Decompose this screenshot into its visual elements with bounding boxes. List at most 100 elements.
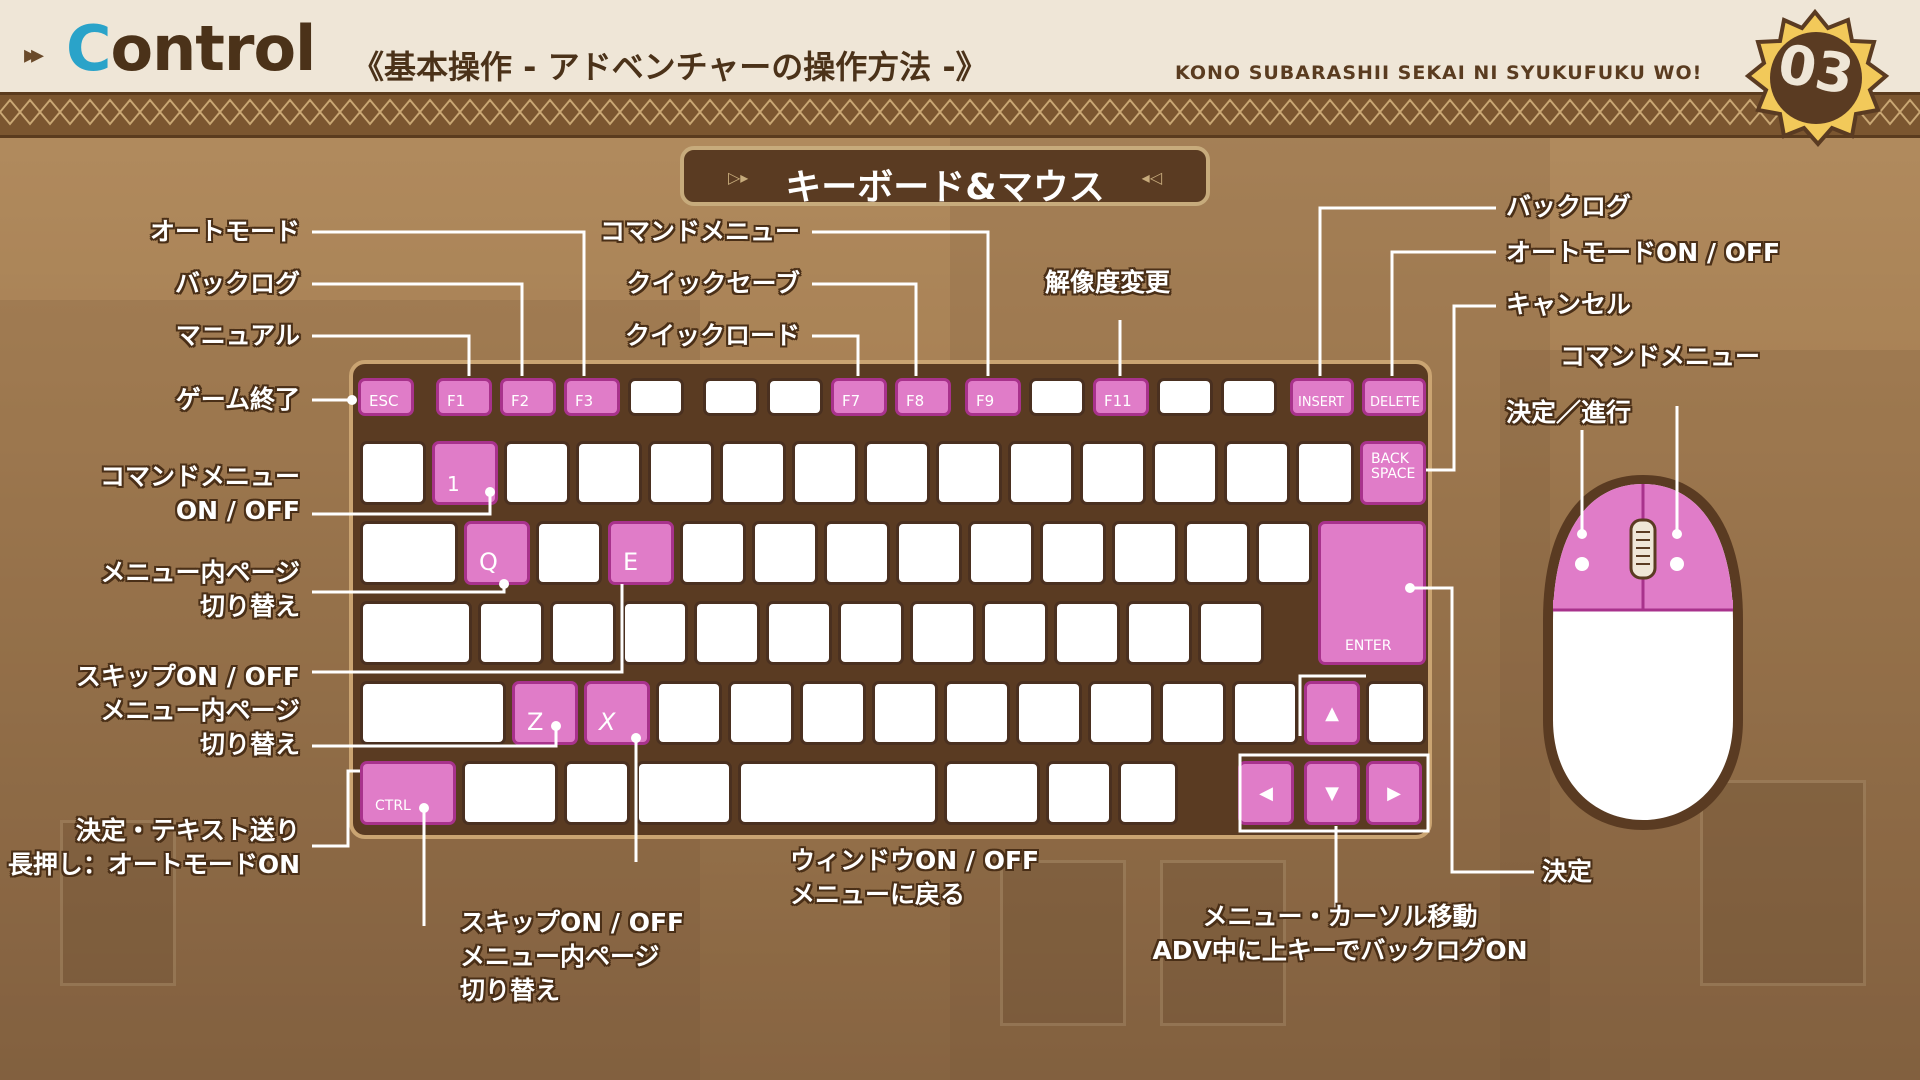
key-o[interactable] [1040,521,1106,585]
key-e[interactable]: E [608,521,674,585]
key-muhenkan[interactable] [636,761,732,825]
key-f12[interactable] [1157,378,1213,416]
key-x-label: X [599,708,616,736]
key-alt[interactable] [564,761,630,825]
key-8[interactable] [936,441,1002,505]
key-bracket[interactable] [1256,521,1312,585]
key-f6[interactable] [767,378,823,416]
key-f11[interactable]: F11 [1093,378,1149,416]
key-equals[interactable] [1224,441,1290,505]
section-heading: ▷▸ キーボード&マウス ◂◁ [680,146,1210,208]
key-f8[interactable]: F8 [895,378,951,416]
key-henkan[interactable] [944,761,1040,825]
key-kana[interactable] [1046,761,1112,825]
key-shift-left[interactable] [360,681,506,745]
key-arrow-down[interactable]: ▼ [1304,761,1360,825]
key-k[interactable] [982,601,1048,665]
key-b[interactable] [800,681,866,745]
key-q[interactable]: Q [464,521,530,585]
key-win[interactable] [462,761,558,825]
key-arrow-left[interactable]: ◀ [1238,761,1294,825]
key-1[interactable]: 1 [432,441,498,505]
key-f1[interactable]: F1 [436,378,492,416]
key-i[interactable] [968,521,1034,585]
key-s[interactable] [550,601,616,665]
key-j[interactable] [910,601,976,665]
key-x[interactable]: X [584,681,650,745]
key-f5[interactable] [703,378,759,416]
key-comma[interactable] [1016,681,1082,745]
key-m[interactable] [944,681,1010,745]
label-manual: マニュアル [175,321,300,350]
key-f10[interactable] [1029,378,1085,416]
mouse-diagram-icon [1543,475,1743,830]
key-7[interactable] [864,441,930,505]
key-arrow-up[interactable]: ▲ [1304,681,1360,745]
key-h[interactable] [838,601,904,665]
key-d[interactable] [622,601,688,665]
key-semicolon[interactable] [1126,601,1192,665]
label-enter-confirm: 決定 [1542,857,1593,886]
key-f9[interactable]: F9 [965,378,1021,416]
key-f2[interactable]: F2 [500,378,556,416]
key-enter[interactable]: ENTER [1318,521,1426,665]
key-ctrl-right[interactable] [1118,761,1178,825]
key-0[interactable] [1080,441,1146,505]
key-c[interactable] [656,681,722,745]
key-ctrl[interactable]: CTRL [360,761,456,825]
key-space[interactable] [738,761,938,825]
key-period[interactable] [1088,681,1154,745]
label-cursor-move: メニュー・カーソル移動 ADV中に上キーでバックログON [1110,900,1570,968]
label-command-menu-mouse: コマンドメニュー [1560,342,1761,371]
key-l[interactable] [1054,601,1120,665]
key-n[interactable] [872,681,938,745]
key-arrow-right[interactable]: ▶ [1366,761,1422,825]
key-backspace-label-2: SPACE [1371,466,1416,482]
key-g[interactable] [766,601,832,665]
key-4[interactable] [648,441,714,505]
key-u[interactable] [896,521,962,585]
key-colon[interactable] [1198,601,1264,665]
label-auto-mode: オートモード [149,217,300,246]
label-cancel: キャンセル [1506,290,1632,319]
key-print[interactable] [1221,378,1277,416]
key-tab[interactable] [360,521,458,585]
key-w[interactable] [536,521,602,585]
key-v[interactable] [728,681,794,745]
label-skip-ctrl-line1: スキップON / OFF [460,908,685,937]
key-slash[interactable] [1160,681,1226,745]
key-2[interactable] [504,441,570,505]
key-at[interactable] [1184,521,1250,585]
key-ctrl-label: CTRL [375,798,411,814]
label-skip-z: スキップON / OFF メニュー内ページ 切り替え [20,660,300,762]
key-f3[interactable]: F3 [564,378,620,416]
label-skip-ctrl: スキップON / OFF メニュー内ページ 切り替え [460,906,684,1008]
key-t[interactable] [752,521,818,585]
label-resolution: 解像度変更 [1045,268,1171,297]
key-delete[interactable]: DELETE [1362,378,1426,416]
label-command-menu-onoff-line2: ON / OFF [175,496,300,525]
key-f[interactable] [694,601,760,665]
key-yen[interactable] [1296,441,1354,505]
key-backspace[interactable]: BACK SPACE [1360,441,1426,505]
key-r[interactable] [680,521,746,585]
key-z[interactable]: Z [512,681,578,745]
key-p[interactable] [1112,521,1178,585]
key-f4[interactable] [628,378,684,416]
key-e-label: E [623,548,639,576]
key-insert[interactable]: INSERT [1290,378,1354,416]
key-backtick[interactable] [360,441,426,505]
key-6[interactable] [792,441,858,505]
label-command-menu-top: コマンドメニュー [599,217,800,246]
key-3[interactable] [576,441,642,505]
key-f7[interactable]: F7 [831,378,887,416]
key-9[interactable] [1008,441,1074,505]
key-backslash[interactable] [1232,681,1298,745]
key-y[interactable] [824,521,890,585]
key-5[interactable] [720,441,786,505]
key-minus[interactable] [1152,441,1218,505]
key-caps[interactable] [360,601,472,665]
key-esc[interactable]: ESC [358,378,414,416]
key-shift-right[interactable] [1366,681,1426,745]
key-a[interactable] [478,601,544,665]
